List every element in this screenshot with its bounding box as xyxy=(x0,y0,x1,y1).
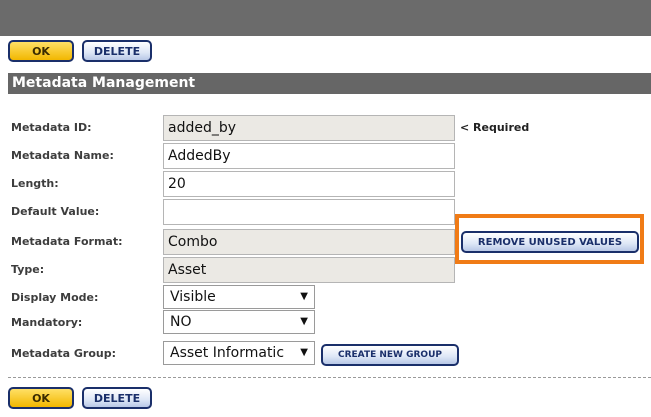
metadata-name-input[interactable]: AddedBy xyxy=(163,143,455,169)
mandatory-label: Mandatory: xyxy=(11,316,83,329)
dropdown-arrow-icon: ▼ xyxy=(300,347,308,358)
metadata-group-select[interactable]: Asset Informatic ▼ xyxy=(163,341,315,365)
metadata-format-label: Metadata Format: xyxy=(11,235,123,248)
delete-button[interactable]: DELETE xyxy=(82,40,152,62)
section-title: Metadata Management xyxy=(8,73,651,94)
display-mode-select[interactable]: Visible ▼ xyxy=(163,285,315,309)
metadata-group-label: Metadata Group: xyxy=(11,347,117,360)
metadata-group-value: Asset Informatic xyxy=(170,345,285,361)
top-toolbar: OK DELETE xyxy=(8,40,152,62)
row-display-mode: Display Mode: Visible ▼ xyxy=(8,284,651,312)
row-metadata-id: Metadata ID: added_by < Required xyxy=(8,114,651,142)
metadata-name-label: Metadata Name: xyxy=(11,149,114,162)
display-mode-label: Display Mode: xyxy=(11,291,99,304)
ok-button-bottom[interactable]: OK xyxy=(8,387,74,409)
metadata-format-field: Combo xyxy=(163,229,455,255)
display-mode-value: Visible xyxy=(170,289,216,305)
create-new-group-button[interactable]: CREATE NEW GROUP xyxy=(321,344,459,366)
ok-button[interactable]: OK xyxy=(8,40,74,62)
row-metadata-name: Metadata Name: AddedBy xyxy=(8,142,651,170)
delete-button-bottom[interactable]: DELETE xyxy=(82,387,152,409)
type-label: Type: xyxy=(11,263,45,276)
top-banner xyxy=(0,0,651,36)
length-input[interactable]: 20 xyxy=(163,171,455,197)
mandatory-select[interactable]: NO ▼ xyxy=(163,310,315,334)
row-mandatory: Mandatory: NO ▼ xyxy=(8,309,651,337)
dropdown-arrow-icon: ▼ xyxy=(300,316,308,327)
row-length: Length: 20 xyxy=(8,170,651,198)
metadata-id-field: added_by xyxy=(163,115,455,141)
default-value-label: Default Value: xyxy=(11,205,100,218)
dropdown-arrow-icon: ▼ xyxy=(300,291,308,302)
required-note: < Required xyxy=(460,121,530,134)
type-field: Asset xyxy=(163,257,455,283)
length-label: Length: xyxy=(11,177,59,190)
bottom-toolbar: OK DELETE xyxy=(8,387,152,409)
default-value-input[interactable] xyxy=(163,199,455,225)
row-type: Type: Asset xyxy=(8,256,651,284)
mandatory-value: NO xyxy=(170,314,192,330)
divider xyxy=(8,377,651,378)
metadata-id-label: Metadata ID: xyxy=(11,121,92,134)
remove-unused-values-button[interactable]: REMOVE UNUSED VALUES xyxy=(461,231,639,253)
